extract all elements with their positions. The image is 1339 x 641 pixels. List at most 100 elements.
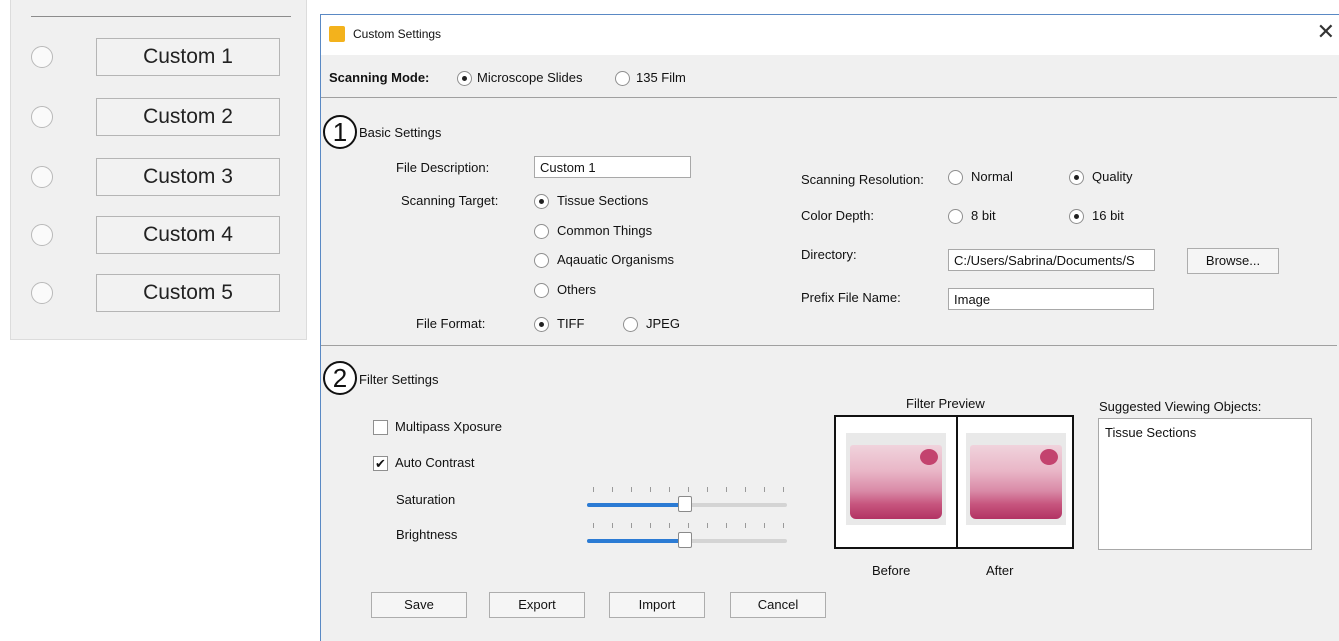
- brightness-slider-thumb[interactable]: [678, 532, 692, 548]
- custom-5-radio[interactable]: [31, 282, 53, 304]
- panel-divider: [31, 16, 291, 17]
- directory-label: Directory:: [801, 247, 857, 262]
- brightness-ticks: [593, 523, 784, 529]
- slider-tick: [783, 523, 784, 528]
- scanning-mode-label: Scanning Mode:: [329, 70, 430, 85]
- microscope-slides-label: Microscope Slides: [477, 70, 583, 85]
- slider-tick: [726, 487, 727, 492]
- normal-radio[interactable]: [948, 170, 963, 185]
- saturation-slider-fill: [587, 503, 685, 507]
- custom-5-button[interactable]: Custom 5: [96, 274, 280, 312]
- filter-preview-title: Filter Preview: [906, 396, 985, 411]
- others-label: Others: [557, 282, 597, 297]
- brightness-slider[interactable]: [587, 532, 787, 548]
- custom-2-button[interactable]: Custom 2: [96, 98, 280, 136]
- preview-divider: [956, 417, 958, 547]
- slider-tick: [764, 523, 765, 528]
- others-radio[interactable]: [534, 283, 549, 298]
- scanning-resolution-label: Scanning Resolution:: [801, 172, 924, 187]
- tiff-label: TIFF: [557, 316, 585, 331]
- 135-film-radio[interactable]: [615, 71, 630, 86]
- quality-radio[interactable]: [1069, 170, 1084, 185]
- slider-tick: [669, 487, 670, 492]
- slider-tick: [669, 523, 670, 528]
- slider-tick: [612, 487, 613, 492]
- 135-film-label: 135 Film: [636, 70, 686, 85]
- slider-tick: [612, 523, 613, 528]
- slider-tick: [783, 487, 784, 492]
- custom-1-button[interactable]: Custom 1: [96, 38, 280, 76]
- common-things-radio[interactable]: [534, 224, 549, 239]
- 16-bit-radio[interactable]: [1069, 209, 1084, 224]
- microscope-slides-radio[interactable]: [457, 71, 472, 86]
- app-icon: [329, 26, 345, 42]
- custom-preset-row: Custom 4: [11, 216, 308, 256]
- after-label: After: [986, 563, 1014, 578]
- aquatic-organisms-label: Aqauatic Organisms: [557, 252, 675, 267]
- tissue-sections-label: Tissue Sections: [557, 193, 649, 208]
- saturation-ticks: [593, 487, 784, 493]
- suggested-viewing-label: Suggested Viewing Objects:: [1099, 399, 1262, 414]
- slider-tick: [745, 523, 746, 528]
- save-button[interactable]: Save: [371, 592, 467, 618]
- slider-tick: [688, 523, 689, 528]
- file-description-input[interactable]: Custom 1: [534, 156, 691, 178]
- browse-button[interactable]: Browse...: [1187, 248, 1279, 274]
- filter-settings-title: Filter Settings: [359, 372, 439, 387]
- list-item[interactable]: Tissue Sections: [1105, 425, 1196, 440]
- slider-tick: [593, 487, 594, 492]
- custom-4-button[interactable]: Custom 4: [96, 216, 280, 254]
- jpeg-radio[interactable]: [623, 317, 638, 332]
- slider-tick: [650, 523, 651, 528]
- file-description-label: File Description:: [396, 160, 490, 175]
- custom-2-radio[interactable]: [31, 106, 53, 128]
- jpeg-label: JPEG: [646, 316, 680, 331]
- quality-label: Quality: [1092, 169, 1133, 184]
- tissue-sections-radio[interactable]: [534, 194, 549, 209]
- saturation-slider-thumb[interactable]: [678, 496, 692, 512]
- slider-tick: [707, 487, 708, 492]
- custom-settings-dialog: Custom Settings ✕ Scanning Mode: Microsc…: [320, 14, 1339, 641]
- brightness-label: Brightness: [396, 527, 458, 542]
- before-label: Before: [872, 563, 911, 578]
- prefix-file-name-input[interactable]: Image: [948, 288, 1154, 310]
- slider-tick: [631, 487, 632, 492]
- custom-3-button[interactable]: Custom 3: [96, 158, 280, 196]
- slider-tick: [764, 487, 765, 492]
- title-bar: Custom Settings ✕: [321, 15, 1339, 55]
- saturation-slider[interactable]: [587, 496, 787, 512]
- filter-preview-frame: [834, 415, 1074, 549]
- close-icon[interactable]: ✕: [1317, 21, 1335, 43]
- file-format-label: File Format:: [416, 316, 486, 331]
- custom-1-radio[interactable]: [31, 46, 53, 68]
- slider-tick: [726, 523, 727, 528]
- scanning-target-label: Scanning Target:: [401, 193, 499, 208]
- custom-preset-panel: Custom 1 Custom 2 Custom 3 Custom 4 Cust…: [10, 0, 307, 340]
- suggested-objects-list[interactable]: Tissue Sections: [1098, 418, 1312, 550]
- custom-4-radio[interactable]: [31, 224, 53, 246]
- prefix-file-name-label: Prefix File Name:: [801, 290, 901, 305]
- custom-preset-row: Custom 2: [11, 98, 308, 138]
- after-preview-image: [966, 433, 1066, 525]
- tiff-radio[interactable]: [534, 317, 549, 332]
- color-depth-label: Color Depth:: [801, 208, 874, 223]
- section-divider: [321, 97, 1337, 98]
- auto-contrast-label: Auto Contrast: [395, 455, 475, 470]
- slider-tick: [593, 523, 594, 528]
- slider-tick: [631, 523, 632, 528]
- multipass-xposure-label: Multipass Xposure: [395, 419, 502, 434]
- directory-input[interactable]: C:/Users/Sabrina/Documents/S: [948, 249, 1155, 271]
- normal-label: Normal: [971, 169, 1013, 184]
- import-button[interactable]: Import: [609, 592, 705, 618]
- section-2-badge: 2: [323, 361, 357, 395]
- aquatic-organisms-radio[interactable]: [534, 253, 549, 268]
- 8-bit-label: 8 bit: [971, 208, 996, 223]
- custom-3-radio[interactable]: [31, 166, 53, 188]
- before-preview-image: [846, 433, 946, 525]
- export-button[interactable]: Export: [489, 592, 585, 618]
- 8-bit-radio[interactable]: [948, 209, 963, 224]
- dialog-title: Custom Settings: [353, 27, 442, 41]
- cancel-button[interactable]: Cancel: [730, 592, 826, 618]
- multipass-xposure-checkbox[interactable]: [373, 420, 388, 435]
- auto-contrast-checkbox[interactable]: ✔: [373, 456, 388, 471]
